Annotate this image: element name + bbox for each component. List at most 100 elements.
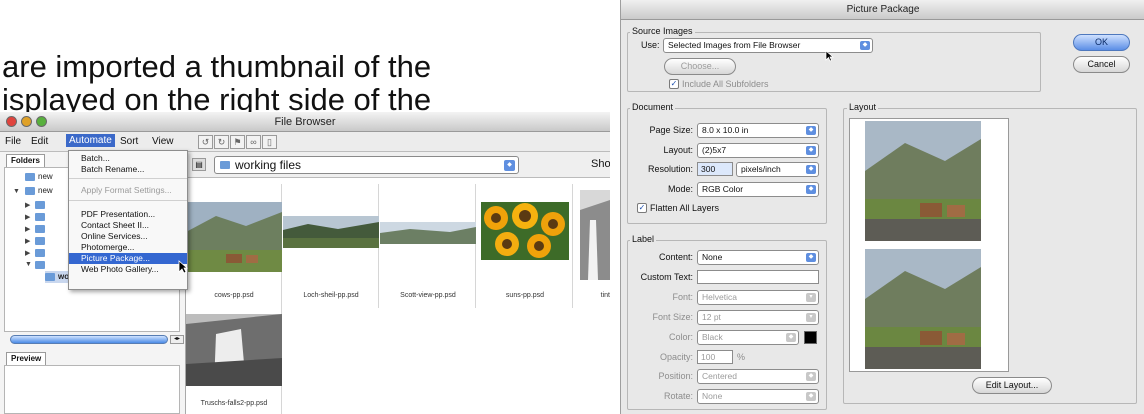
content-select[interactable]: None ◆	[697, 250, 819, 265]
window-title: File Browser	[274, 116, 336, 128]
menu-edit[interactable]: Edit	[31, 136, 48, 147]
menu-item-contact-sheet[interactable]: Contact Sheet II...	[81, 220, 149, 230]
popup-arrows-icon: ◆	[860, 41, 870, 50]
tab-folders[interactable]: Folders	[6, 154, 45, 167]
progress-bar	[10, 335, 168, 344]
edit-layout-button[interactable]: Edit Layout...	[972, 377, 1052, 394]
custom-text-input[interactable]	[697, 270, 819, 284]
opacity-input[interactable]: 100	[697, 350, 733, 364]
tab-preview[interactable]: Preview	[6, 352, 47, 365]
rotate-left-icon[interactable]: ↺	[198, 135, 213, 149]
popup-arrows-icon: ◆	[786, 333, 796, 342]
ok-button[interactable]: OK	[1073, 34, 1130, 51]
label-group-label: Label	[630, 234, 657, 244]
thumbnail-filename: suns-pp.psd	[505, 292, 545, 299]
preview-panel	[4, 365, 180, 414]
thumbnail-cell[interactable]: cows-pp.psd	[186, 184, 282, 308]
use-label: Use:	[641, 40, 660, 50]
disclosure-triangle-icon[interactable]: ▼	[13, 188, 20, 195]
thumbnail-image	[283, 216, 379, 248]
page-size-select[interactable]: 8.0 x 10.0 in ◆	[697, 123, 819, 138]
folder-icon	[25, 187, 35, 195]
popup-arrows-icon: ◆	[806, 372, 816, 381]
folder-icon	[35, 261, 45, 269]
disclosure-triangle-icon[interactable]: ▼	[25, 261, 32, 268]
menu-item-picture-package[interactable]: Picture Package...	[69, 253, 187, 264]
flatten-layers-checkbox[interactable]: ✓	[637, 203, 647, 213]
menu-file[interactable]: File	[5, 136, 21, 147]
pane-scroll-arrows[interactable]: ◂▸	[170, 335, 184, 344]
flag-icon[interactable]: ⚑	[230, 135, 245, 149]
automate-menu: Batch... Batch Rename... Apply Format Se…	[68, 150, 188, 290]
mouse-cursor-icon	[178, 260, 188, 274]
thumbnail-cell[interactable]: Scott-view-pp.psd	[380, 184, 476, 308]
layout-photo-1[interactable]	[865, 121, 981, 241]
folder-icon	[35, 213, 45, 221]
rotate-right-icon[interactable]: ↻	[214, 135, 229, 149]
use-select[interactable]: Selected Images from File Browser ◆	[663, 38, 873, 53]
menu-automate[interactable]: Automate	[66, 134, 115, 147]
disclosure-triangle-icon[interactable]: ▶	[25, 249, 30, 257]
popup-arrows-icon: ◆	[806, 253, 816, 262]
layout-photo-2[interactable]	[865, 249, 981, 369]
color-select[interactable]: Black ◆	[697, 330, 799, 345]
custom-text-label: Custom Text:	[640, 272, 693, 282]
font-size-select[interactable]: 12 pt ▾	[697, 310, 819, 325]
mode-label: Mode:	[667, 184, 693, 194]
position-select[interactable]: Centered ◆	[697, 369, 819, 384]
flatten-layers-label: Flatten All Layers	[650, 203, 720, 213]
font-select[interactable]: Helvetica ▾	[697, 290, 819, 305]
thumbnail-cell[interactable]: suns-pp.psd	[477, 184, 573, 308]
menu-view[interactable]: View	[152, 136, 174, 147]
menu-item-batch-rename[interactable]: Batch Rename...	[81, 164, 144, 174]
thumbnail-image	[380, 222, 476, 244]
color-swatch[interactable]	[804, 331, 817, 344]
position-label: Position:	[658, 371, 693, 381]
choose-button[interactable]: Choose...	[664, 58, 736, 75]
disclosure-triangle-icon[interactable]: ▶	[25, 225, 30, 233]
path-select[interactable]: working files ◆	[214, 156, 519, 174]
disclosure-triangle-icon[interactable]: ▶	[25, 237, 30, 245]
path-bar: ▤ working files ◆ Show	[186, 152, 610, 178]
include-subfolders-checkbox[interactable]: ✓	[669, 79, 679, 89]
menu-item-apply-format-settings[interactable]: Apply Format Settings...	[81, 185, 172, 195]
trash-icon[interactable]: ▯	[262, 135, 277, 149]
thumbnail-filename: cows-pp.psd	[214, 292, 254, 299]
content-label: Content:	[658, 252, 693, 262]
folder-icon	[35, 237, 45, 245]
menu-item-pdf-presentation[interactable]: PDF Presentation...	[81, 209, 155, 219]
cancel-button[interactable]: Cancel	[1073, 56, 1130, 73]
font-size-label: Font Size:	[652, 312, 693, 322]
menu-item-batch[interactable]: Batch...	[81, 153, 110, 163]
rotate-label: Rotate:	[663, 391, 693, 401]
binoculars-search-icon[interactable]: ∞	[246, 135, 261, 149]
disclosure-triangle-icon[interactable]: ▶	[25, 201, 30, 209]
opacity-label: Opacity:	[659, 352, 693, 362]
include-subfolders-label: Include All Subfolders	[682, 79, 769, 89]
opacity-unit: %	[737, 352, 746, 362]
folder-icon	[35, 249, 45, 257]
thumbnail-cell[interactable]: Loch-sheil-pp.psd	[283, 184, 379, 308]
popup-arrows-icon: ◆	[806, 146, 816, 155]
thumbnail-image	[481, 202, 569, 260]
layout-select[interactable]: (2)5x7 ◆	[697, 143, 819, 158]
folder-up-icon[interactable]: ▤	[192, 158, 206, 171]
menu-separator	[69, 178, 187, 179]
page-size-label: Page Size:	[649, 125, 693, 135]
popup-arrows-icon: ▾	[806, 313, 816, 322]
rotate-select[interactable]: None ◆	[697, 389, 819, 404]
resolution-unit-select[interactable]: pixels/inch ◆	[736, 162, 819, 177]
menu-item-photomerge[interactable]: Photomerge...	[81, 242, 134, 252]
menu-sort[interactable]: Sort	[120, 136, 138, 147]
menu-item-web-photo-gallery[interactable]: Web Photo Gallery...	[81, 264, 159, 274]
document-label: Document	[630, 102, 676, 112]
thumbnail-cell[interactable]: tint	[574, 184, 610, 308]
resolution-input[interactable]: 300	[697, 162, 733, 176]
dialog-title: Picture Package	[621, 0, 1144, 20]
menu-item-online-services[interactable]: Online Services...	[81, 231, 148, 241]
mode-select[interactable]: RGB Color ◆	[697, 182, 819, 197]
color-label: Color:	[668, 332, 693, 342]
disclosure-triangle-icon[interactable]: ▶	[25, 213, 30, 221]
thumbnail-filename: Truschs-falls2-pp.psd	[200, 400, 268, 407]
thumbnail-cell[interactable]: Truschs-falls2-pp.psd	[186, 308, 282, 414]
